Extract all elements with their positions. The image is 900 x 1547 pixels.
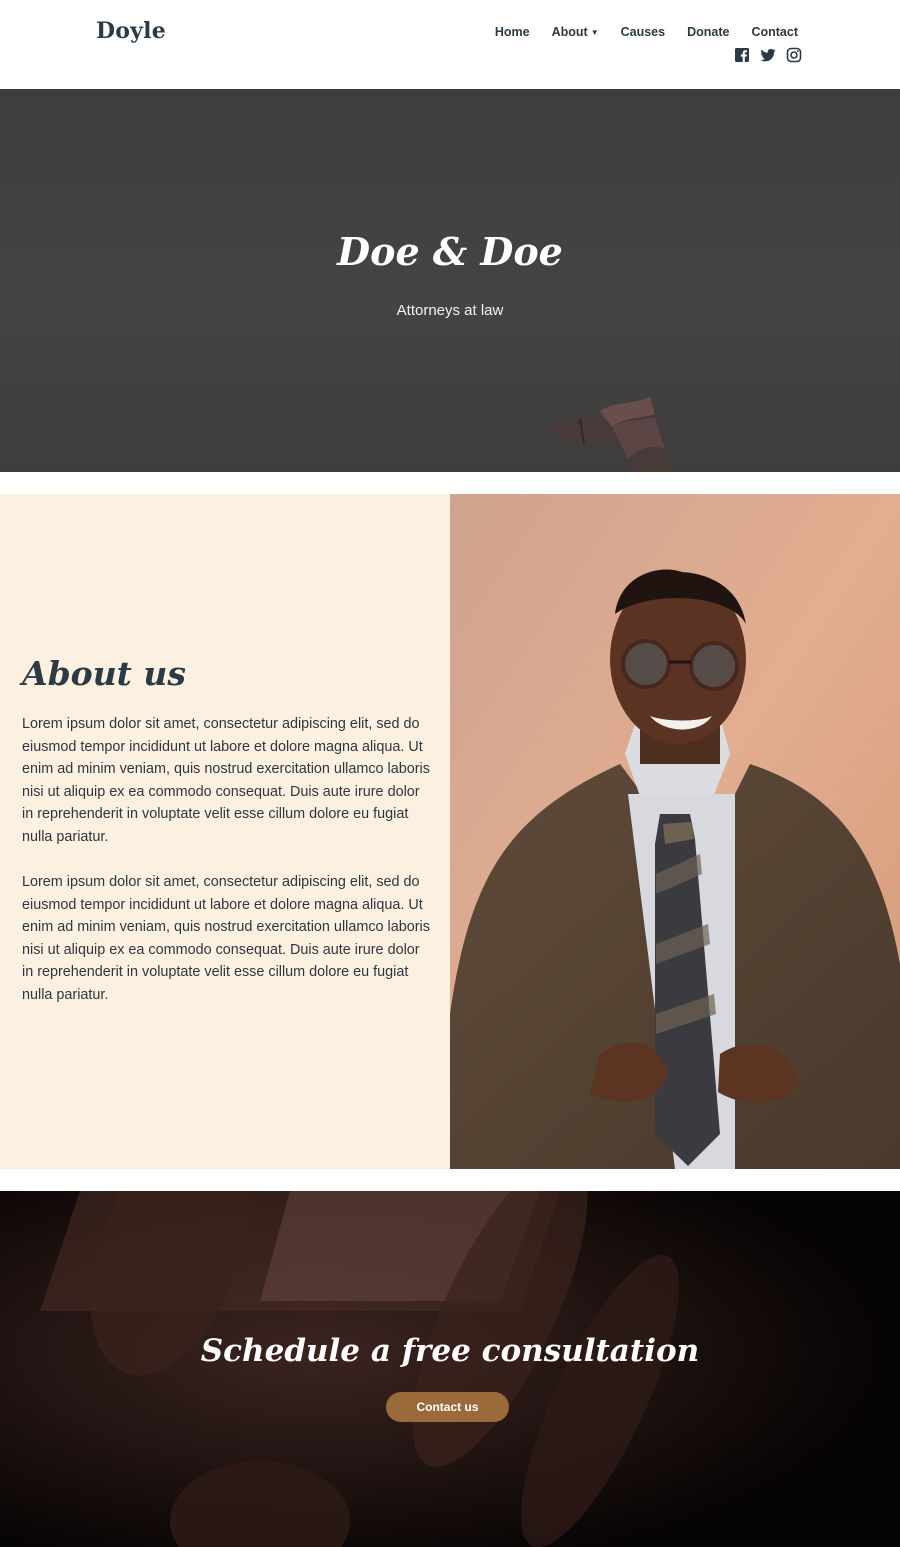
nav-home-label: Home	[494, 25, 530, 39]
instagram-icon[interactable]	[786, 47, 802, 63]
twitter-icon[interactable]	[760, 47, 776, 63]
social-links	[734, 47, 802, 63]
consultation-cta: Schedule a free consultation Contact us	[0, 1191, 900, 1547]
nav-causes-label: Causes	[620, 25, 666, 39]
gavel-background-image	[0, 1191, 900, 1547]
nav-donate-label: Donate	[687, 25, 730, 39]
about-text-panel: About us Lorem ipsum dolor sit amet, con…	[0, 494, 450, 1169]
nav-home[interactable]: Home	[495, 25, 530, 39]
caret-down-icon: ▼	[590, 28, 599, 38]
nav-contact[interactable]: Contact	[751, 25, 798, 39]
hero-subtitle: Attorneys at law	[396, 302, 504, 319]
hero-flag-image	[550, 397, 676, 472]
nav-about[interactable]: About ▼	[552, 25, 599, 39]
nav-about-label: About	[551, 25, 588, 39]
attorney-portrait-photo	[450, 494, 900, 1169]
nav-contact-label: Contact	[751, 25, 798, 39]
contact-us-button[interactable]: Contact us	[386, 1392, 509, 1422]
nav-causes[interactable]: Causes	[621, 25, 665, 39]
hero-title: Doe & Doe	[337, 229, 563, 274]
facebook-icon[interactable]	[734, 47, 750, 63]
about-paragraph: Lorem ipsum dolor sit amet, consectetur …	[22, 874, 430, 1003]
about-paragraph: Lorem ipsum dolor sit amet, consectetur …	[22, 716, 430, 845]
site-logo[interactable]: Doyle	[96, 18, 166, 44]
hero-banner: Doe & Doe Attorneys at law	[0, 89, 900, 472]
about-section: About us Lorem ipsum dolor sit amet, con…	[0, 494, 900, 1169]
main-nav: Home About ▼ Causes Donate Contact	[495, 25, 798, 39]
about-heading: About us	[22, 654, 186, 693]
cta-title: Schedule a free consultation	[200, 1333, 700, 1369]
site-header: Doyle Home About ▼ Causes Donate Contact	[0, 0, 900, 89]
nav-donate[interactable]: Donate	[687, 25, 729, 39]
